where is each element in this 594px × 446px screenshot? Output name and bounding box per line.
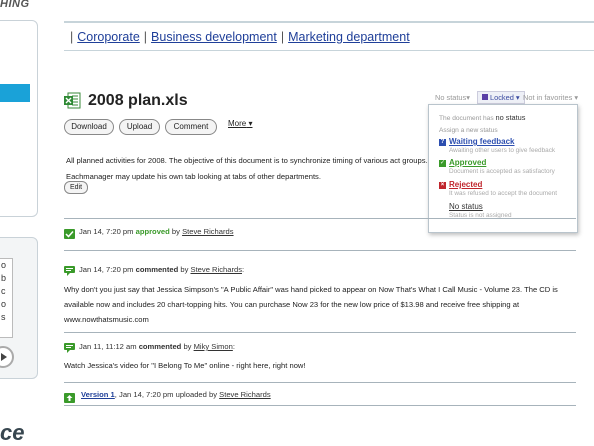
- breadcrumb-item[interactable]: Coroporate: [77, 30, 140, 44]
- activity-divider: [64, 382, 576, 383]
- activity-row-comment: Jan 11, 11:12 am commented by Miky Simon…: [79, 342, 235, 351]
- chevron-down-icon: ▾: [513, 93, 520, 102]
- status-dropdown[interactable]: No status▾: [435, 93, 470, 102]
- lock-icon: [482, 94, 488, 100]
- breadcrumb-separator: |: [280, 30, 285, 44]
- activity-action: commented: [135, 265, 179, 274]
- activity-action: commented: [138, 342, 182, 351]
- activity-by: by: [180, 265, 189, 274]
- document-title: 2008 plan.xls: [88, 92, 188, 109]
- upload-button[interactable]: Upload: [119, 119, 160, 135]
- status-option-rejected[interactable]: Rejected: [449, 180, 482, 189]
- breadcrumb-separator: |: [70, 30, 74, 44]
- activity-row-comment: Jan 14, 7:20 pm commented by Steve Richa…: [79, 265, 244, 274]
- checkmark-icon: ✓: [439, 160, 446, 167]
- status-option-waiting-feedback[interactable]: Waiting feedback: [449, 137, 515, 146]
- activity-colon: :: [242, 265, 245, 274]
- activity-date: Jan 14, 7:20 pm: [79, 227, 134, 236]
- activity-user-link[interactable]: Steve Richards: [219, 390, 271, 399]
- question-icon: ?: [439, 139, 446, 146]
- current-status-prefix: The document has: [439, 115, 494, 122]
- breadcrumb: | Coroporate | Business development | Marketi…: [66, 30, 410, 44]
- left-nav-selected-item[interactable]: [0, 84, 30, 102]
- activity-row-upload: Version 1, Jan 14, 7:20 pm uploaded by S…: [81, 390, 271, 399]
- left-nav-panel: [0, 20, 38, 217]
- activity-by: by: [171, 227, 180, 236]
- activity-divider: [64, 218, 576, 219]
- status-option-desc: Document is accepted as satisfactory: [449, 168, 555, 175]
- comment-icon: [64, 340, 75, 353]
- activity-user-link[interactable]: Steve Richards: [182, 227, 234, 236]
- left-widget-line: o: [1, 299, 7, 309]
- version-link[interactable]: Version 1: [81, 390, 115, 399]
- document-description: All planned activities for 2008. The obj…: [66, 156, 428, 181]
- current-status-value: no status: [495, 113, 526, 122]
- breadcrumb-divider-bottom: [64, 50, 594, 51]
- status-option-approved[interactable]: Approved: [449, 158, 486, 167]
- left-widget-line: o: [1, 260, 7, 270]
- chevron-down-icon: ▾: [466, 93, 470, 102]
- activity-user-link[interactable]: Miky Simon: [194, 342, 233, 351]
- activity-user-link[interactable]: Steve Richards: [191, 265, 243, 274]
- activity-date: Jan 14, 7:20 pm: [79, 265, 134, 274]
- breadcrumb-item[interactable]: Business development: [151, 30, 277, 44]
- left-widget-list: o b c o s: [0, 258, 13, 338]
- chevron-down-icon: ▾: [572, 93, 579, 102]
- left-widget-line: s: [1, 312, 6, 322]
- download-button[interactable]: Download: [64, 119, 114, 135]
- favorites-label: Not in favorites: [523, 93, 573, 102]
- status-option-no-status[interactable]: No status: [449, 202, 483, 211]
- edit-description-button[interactable]: Edit: [64, 181, 88, 194]
- play-icon[interactable]: [0, 346, 14, 368]
- breadcrumb-separator: |: [143, 30, 148, 44]
- activity-colon: :: [232, 342, 235, 351]
- reject-icon: ×: [439, 182, 446, 189]
- activity-date: Jan 14, 7:20 pm: [119, 390, 174, 399]
- left-widget-line: c: [1, 286, 6, 296]
- activity-divider: [64, 405, 576, 406]
- activity-by: by: [183, 342, 192, 351]
- comment-icon: [64, 263, 75, 276]
- brand-fragment: HING: [0, 0, 30, 10]
- more-label: More: [228, 119, 247, 128]
- status-option-desc: Awaiting other users to give feedback: [449, 147, 556, 154]
- locked-dropdown[interactable]: Locked ▾: [477, 91, 525, 104]
- comment-body: Why don't you just say that Jessica Simp…: [64, 285, 558, 324]
- comment-button[interactable]: Comment: [165, 119, 217, 135]
- activity-by: by: [209, 390, 218, 399]
- locked-label: Locked: [490, 93, 514, 102]
- status-popup: The document has no status Assign a new …: [428, 104, 578, 233]
- status-option-desc: It was refused to accept the document: [449, 190, 557, 197]
- more-menu[interactable]: More ▾: [228, 119, 252, 128]
- breadcrumb-divider-top: [64, 21, 594, 23]
- breadcrumb-item[interactable]: Marketing department: [288, 30, 410, 44]
- assign-status-label: Assign a new status: [439, 127, 498, 134]
- excel-file-icon: [64, 92, 81, 109]
- left-widget-line: b: [1, 273, 7, 283]
- activity-row-approved: Jan 14, 7:20 pm approved by Steve Richar…: [79, 227, 234, 236]
- activity-divider: [64, 332, 576, 333]
- chevron-down-icon: ▾: [246, 119, 253, 128]
- activity-action: uploaded: [175, 390, 207, 399]
- activity-date: Jan 11, 11:12 am: [79, 342, 137, 351]
- favorites-dropdown[interactable]: Not in favorites ▾: [523, 93, 578, 102]
- current-status-text: The document has no status: [439, 113, 525, 122]
- status-label: No status: [435, 93, 467, 102]
- comment-body: Watch Jessica's video for "I Belong To M…: [64, 361, 306, 370]
- approved-check-icon: [64, 226, 75, 239]
- activity-divider: [64, 250, 576, 251]
- upload-icon: [64, 390, 75, 403]
- logo-fragment: ce: [0, 420, 25, 445]
- activity-action: approved: [135, 227, 170, 236]
